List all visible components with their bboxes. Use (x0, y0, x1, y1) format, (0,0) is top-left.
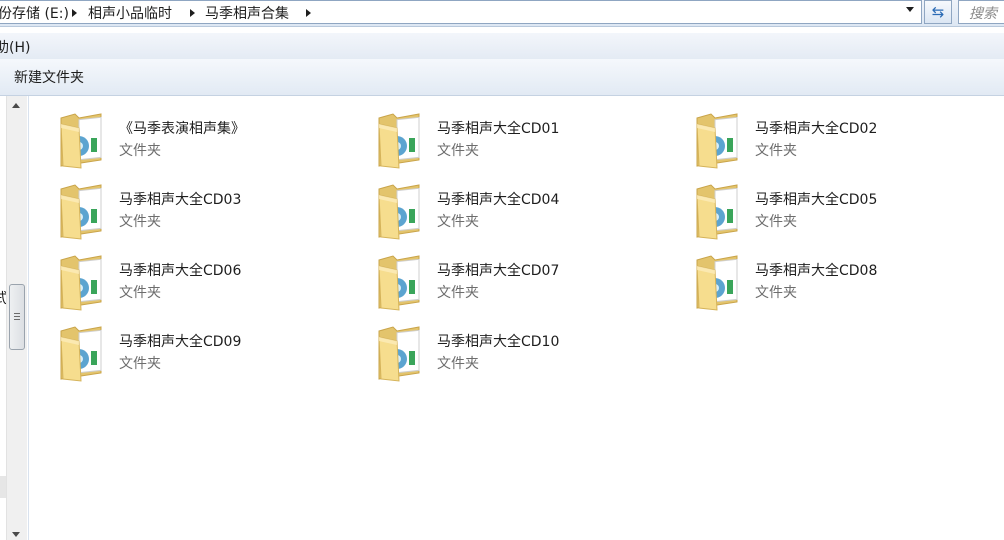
folder-item[interactable]: 马季相声大全CD04 文件夹 (375, 179, 675, 243)
folder-name: 马季相声大全CD04 (437, 192, 560, 208)
folder-name: 马季相声大全CD02 (755, 121, 878, 137)
folder-type: 文件夹 (755, 143, 797, 159)
scrollbar-thumb[interactable] (9, 284, 25, 350)
folder-with-media-icon (696, 113, 738, 169)
folder-item[interactable]: 《马季表演相声集》 文件夹 (57, 108, 357, 172)
folder-type: 文件夹 (437, 356, 479, 372)
folder-with-media-icon (696, 255, 738, 311)
chevron-right-icon[interactable] (72, 9, 77, 17)
menu-item-help[interactable]: 助(H) (0, 37, 30, 57)
folder-name: 马季相声大全CD07 (437, 263, 560, 279)
scroll-up-icon[interactable] (12, 103, 20, 108)
folder-name: 马季相声大全CD01 (437, 121, 560, 137)
folder-item[interactable]: 马季相声大全CD02 文件夹 (693, 108, 993, 172)
breadcrumb-drive[interactable]: 份存储 (E:) (0, 3, 69, 23)
chevron-down-icon[interactable] (906, 7, 914, 12)
folder-item[interactable]: 马季相声大全CD08 文件夹 (693, 250, 993, 314)
folder-type: 文件夹 (437, 143, 479, 159)
address-bar-row: 份存储 (E:) 相声小品临时 马季相声合集 ⇆ 搜索 (0, 0, 1004, 27)
folder-item[interactable]: 马季相声大全CD03 文件夹 (57, 179, 357, 243)
folder-name: 马季相声大全CD10 (437, 334, 560, 350)
folder-type: 文件夹 (119, 214, 161, 230)
new-folder-button[interactable]: 新建文件夹 (14, 67, 84, 87)
folder-name: 马季相声大全CD06 (119, 263, 242, 279)
folder-item[interactable]: 马季相声大全CD05 文件夹 (693, 179, 993, 243)
nav-pane-scrollbar[interactable] (6, 96, 27, 540)
folder-name: 马季相声大全CD05 (755, 192, 878, 208)
menu-bar: 助(H) (0, 32, 1004, 60)
scroll-down-icon[interactable] (12, 532, 20, 537)
grip-line (14, 319, 20, 320)
folder-type: 文件夹 (119, 356, 161, 372)
file-list: 《马季表演相声集》 文件夹 马季相声大全CD01 文件夹 马季相声大全CD02 … (29, 96, 1004, 540)
folder-with-media-icon (696, 184, 738, 240)
address-bar[interactable]: 份存储 (E:) 相声小品临时 马季相声合集 (0, 0, 922, 24)
folder-item[interactable]: 马季相声大全CD06 文件夹 (57, 250, 357, 314)
folder-with-media-icon (60, 255, 102, 311)
folder-with-media-icon (378, 255, 420, 311)
chevron-right-icon[interactable] (190, 9, 195, 17)
chevron-right-icon[interactable] (306, 9, 311, 17)
folder-type: 文件夹 (119, 143, 161, 159)
folder-name: 《马季表演相声集》 (119, 121, 245, 137)
folder-type: 文件夹 (119, 285, 161, 301)
folder-name: 马季相声大全CD03 (119, 192, 242, 208)
folder-item[interactable]: 马季相声大全CD01 文件夹 (375, 108, 675, 172)
breadcrumb-folder-1[interactable]: 相声小品临时 (88, 3, 172, 23)
folder-with-media-icon (60, 113, 102, 169)
grip-line (14, 313, 20, 314)
folder-with-media-icon (60, 326, 102, 382)
folder-name: 马季相声大全CD08 (755, 263, 878, 279)
refresh-button[interactable]: ⇆ (924, 0, 952, 24)
folder-type: 文件夹 (755, 214, 797, 230)
folder-item[interactable]: 马季相声大全CD10 文件夹 (375, 321, 675, 385)
folder-with-media-icon (60, 184, 102, 240)
folder-item[interactable]: 马季相声大全CD07 文件夹 (375, 250, 675, 314)
grip-line (14, 316, 20, 317)
folder-with-media-icon (378, 113, 420, 169)
command-bar: 新建文件夹 (0, 59, 1004, 96)
refresh-icon: ⇆ (931, 3, 945, 21)
search-placeholder: 搜索 (969, 6, 997, 22)
breadcrumb-folder-2[interactable]: 马季相声合集 (205, 3, 289, 23)
folder-with-media-icon (378, 326, 420, 382)
folder-type: 文件夹 (437, 214, 479, 230)
folder-with-media-icon (378, 184, 420, 240)
search-input[interactable]: 搜索 (958, 0, 1004, 24)
folder-type: 文件夹 (755, 285, 797, 301)
folder-type: 文件夹 (437, 285, 479, 301)
folder-name: 马季相声大全CD09 (119, 334, 242, 350)
folder-item[interactable]: 马季相声大全CD09 文件夹 (57, 321, 357, 385)
